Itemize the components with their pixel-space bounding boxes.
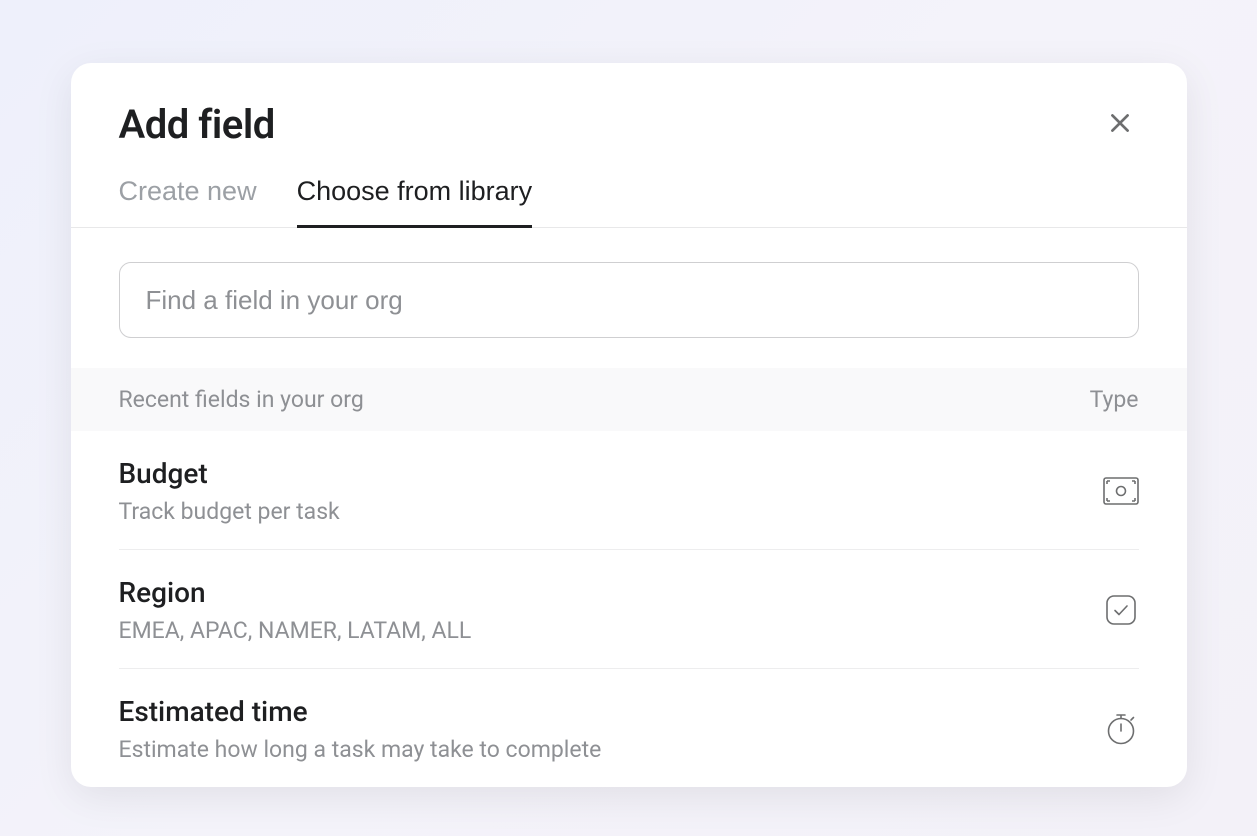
field-list: Budget Track budget per task Region EMEA… — [71, 431, 1187, 787]
list-item-title: Budget — [119, 457, 340, 490]
list-header-right: Type — [1090, 386, 1139, 413]
list-item-title: Region — [119, 576, 472, 609]
list-item-title: Estimated time — [119, 695, 602, 728]
tabs: Create new Choose from library — [71, 176, 1187, 228]
close-button[interactable] — [1101, 104, 1139, 145]
list-item-text: Estimated time Estimate how long a task … — [119, 695, 602, 763]
list-item-desc: Estimate how long a task may take to com… — [119, 736, 602, 763]
search-wrap — [71, 228, 1187, 368]
close-icon — [1107, 110, 1133, 139]
list-header-left: Recent fields in your org — [119, 386, 364, 413]
list-item[interactable]: Region EMEA, APAC, NAMER, LATAM, ALL — [119, 550, 1139, 669]
modal-title: Add field — [119, 101, 275, 148]
tab-choose-from-library[interactable]: Choose from library — [297, 176, 533, 228]
list-item-desc: EMEA, APAC, NAMER, LATAM, ALL — [119, 617, 472, 644]
title-row: Add field — [119, 101, 1139, 148]
list-item-text: Region EMEA, APAC, NAMER, LATAM, ALL — [119, 576, 472, 644]
currency-icon — [1103, 473, 1139, 509]
search-input[interactable] — [119, 262, 1139, 338]
list-item[interactable]: Budget Track budget per task — [119, 431, 1139, 550]
stopwatch-icon — [1103, 711, 1139, 747]
checkbox-icon — [1103, 592, 1139, 628]
add-field-modal: Add field Create new Choose from library… — [71, 63, 1187, 787]
list-item-desc: Track budget per task — [119, 498, 340, 525]
modal-header: Add field Create new Choose from library — [71, 63, 1187, 228]
list-header: Recent fields in your org Type — [71, 368, 1187, 431]
list-item[interactable]: Estimated time Estimate how long a task … — [119, 669, 1139, 787]
tab-create-new[interactable]: Create new — [119, 176, 257, 228]
list-item-text: Budget Track budget per task — [119, 457, 340, 525]
